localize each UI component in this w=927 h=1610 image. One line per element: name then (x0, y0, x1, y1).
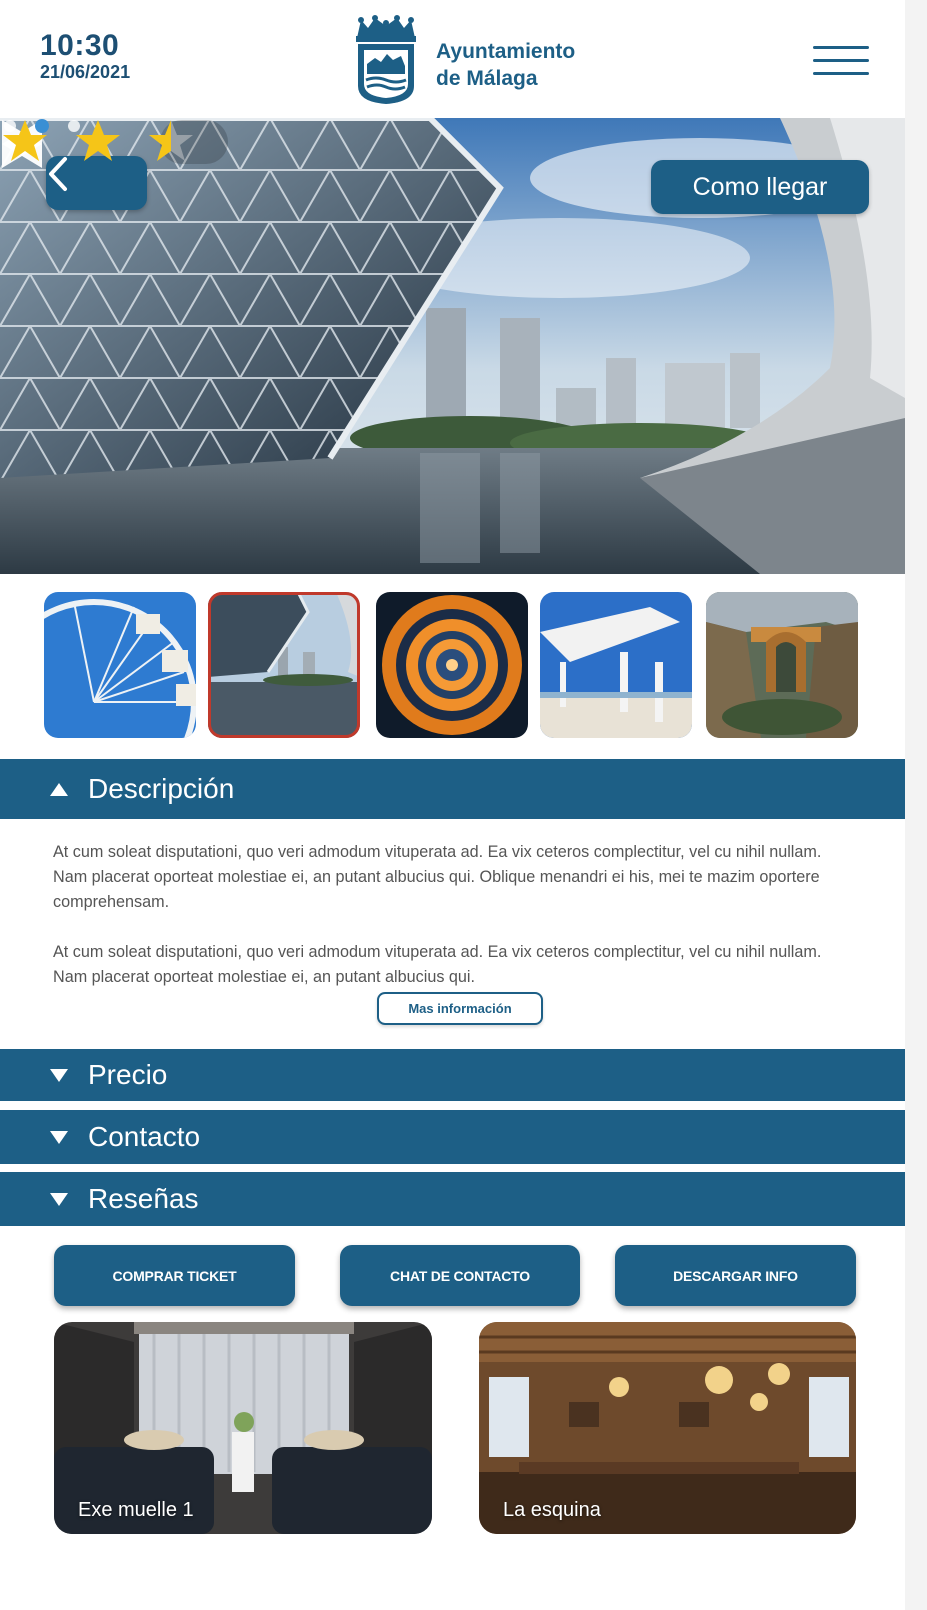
clock: 10:30 21/06/2021 (40, 29, 131, 83)
card-title: La esquina (503, 1499, 601, 1521)
description-paragraph-2: At cum soleat disputationi, quo veri adm… (53, 943, 822, 986)
section-precio-header[interactable]: Precio (0, 1049, 905, 1101)
description-paragraph-1: At cum soleat disputationi, quo veri adm… (53, 843, 822, 911)
thumbnail-ronda-puente[interactable] (706, 592, 858, 738)
brand-name: Ayuntamiento de Málaga (436, 38, 575, 92)
hamburger-menu-icon[interactable] (813, 42, 869, 80)
section-resenas-header[interactable]: Reseñas (0, 1172, 905, 1226)
section-descripcion-header[interactable]: Descripción (0, 759, 905, 819)
malaga-coat-of-arms-icon (353, 14, 419, 106)
thumbnail-escalera-espiral[interactable] (376, 592, 528, 738)
triangle-down-icon (50, 1130, 68, 1144)
section-resenas-title: Reseñas (88, 1183, 199, 1214)
place-card-la-esquina[interactable]: La esquina (479, 1322, 856, 1534)
more-info-button[interactable]: Mas información (377, 992, 543, 1025)
thumbnail-strip (44, 592, 859, 738)
header: 10:30 21/06/2021 Ayuntamiento de Málaga (0, 0, 905, 118)
carousel-dot (68, 120, 80, 132)
brand-line-2: de Málaga (436, 67, 538, 90)
thumbnail-paseo-pergola[interactable] (540, 592, 692, 738)
contact-chat-button[interactable]: CHAT DE CONTACTO (340, 1245, 580, 1306)
triangle-up-icon (50, 782, 68, 796)
app-screen: 10:30 21/06/2021 Ayuntamiento de Málaga (0, 0, 905, 1610)
carousel-dots[interactable] (0, 118, 90, 134)
place-card-exe-muelle[interactable]: Exe muelle 1 (54, 1322, 432, 1534)
triangle-down-icon (50, 1068, 68, 1082)
thumbnail-edificio-moderno[interactable] (208, 592, 360, 738)
carousel-dot-active (35, 119, 49, 133)
carousel-dot (4, 120, 16, 132)
thumbnail-noria[interactable] (44, 592, 196, 738)
clock-time: 10:30 (40, 29, 120, 62)
section-precio-title: Precio (88, 1059, 168, 1090)
clock-date: 21/06/2021 (40, 62, 131, 82)
buy-ticket-button[interactable]: COMPRAR TICKET (54, 1245, 295, 1306)
download-info-button[interactable]: DESCARGAR INFO (615, 1245, 856, 1306)
how-to-get-there-button[interactable]: Como llegar (651, 160, 869, 214)
hero-image-carousel[interactable]: Como llegar (0, 118, 905, 574)
description-text: At cum soleat disputationi, quo veri adm… (53, 840, 843, 1015)
section-contacto-title: Contacto (88, 1121, 201, 1152)
section-contacto-header[interactable]: Contacto (0, 1110, 905, 1164)
brand-line-1: Ayuntamiento (436, 40, 576, 63)
section-descripcion-title: Descripción (88, 773, 235, 804)
card-title: Exe muelle 1 (78, 1499, 194, 1521)
triangle-down-icon (50, 1192, 68, 1206)
